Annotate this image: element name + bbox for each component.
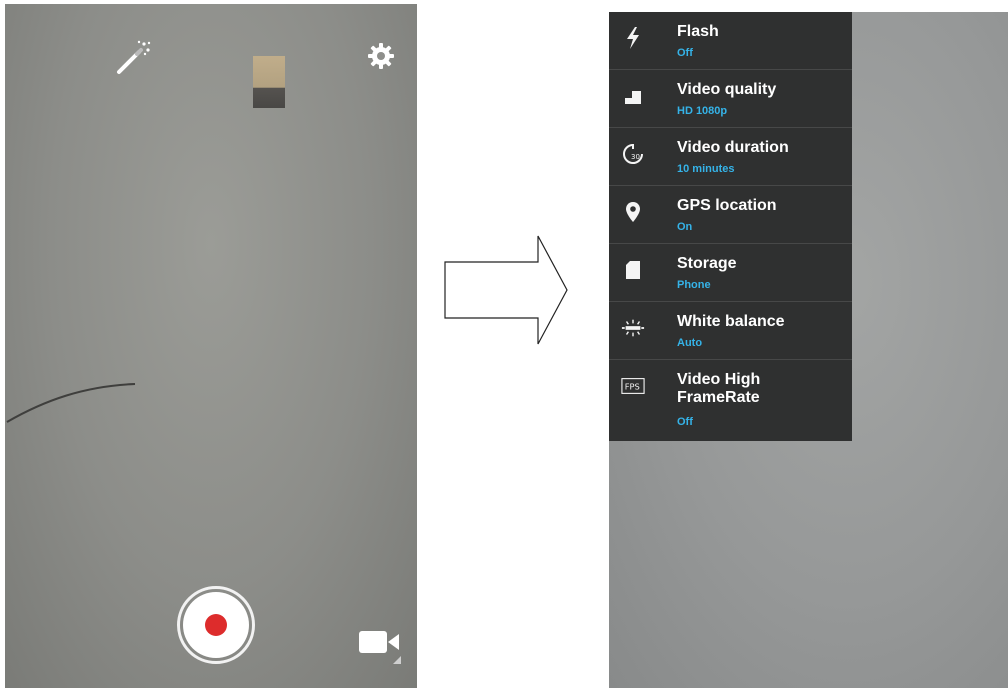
menu-item-gps-location[interactable]: GPS location On [609,186,852,244]
menu-item-video-quality[interactable]: Video quality HD 1080p [609,70,852,128]
white-balance-icon [621,316,645,340]
menu-item-title: Video quality [677,81,777,98]
menu-item-value: Phone [677,279,711,291]
fps-icon: FPS [621,374,645,398]
svg-text:FPS: FPS [625,382,640,392]
record-button-face [183,592,249,658]
tape-on-wall [253,56,285,108]
menu-item-title: Video duration [677,139,789,156]
sd-card-icon [621,258,645,282]
menu-item-title: Storage [677,255,737,272]
menu-item-storage[interactable]: Storage Phone [609,244,852,302]
flash-icon [621,26,645,50]
wall-scratch [6,383,136,423]
menu-item-title: Video High FrameRate [677,371,761,406]
menu-item-title: White balance [677,313,785,330]
location-pin-icon [621,200,645,224]
menu-item-video-duration[interactable]: 30 Video duration 10 minutes [609,128,852,186]
menu-item-title: GPS location [677,197,777,214]
menu-item-value: Off [677,416,693,428]
menu-item-value: HD 1080p [677,105,728,117]
menu-item-flash[interactable]: Flash Off [609,12,852,70]
menu-item-value: Off [677,47,693,59]
gear-icon[interactable] [365,40,397,72]
timer-icon: 30 [621,142,645,166]
transition-arrow [444,235,568,345]
record-button[interactable] [177,586,255,664]
menu-item-value: On [677,221,693,233]
menu-item-video-high-framerate[interactable]: FPS Video High FrameRate Off [609,360,852,438]
video-camera-icon[interactable] [357,628,403,668]
video-quality-icon [621,84,645,108]
settings-menu: Flash Off Video quality HD 1080p 30 Vide… [609,12,852,441]
menu-item-value: 10 minutes [677,163,735,175]
magic-wand-icon[interactable] [113,38,153,78]
menu-item-white-balance[interactable]: White balance Auto [609,302,852,360]
camera-viewfinder-left[interactable] [5,4,417,688]
menu-item-value: Auto [677,337,703,349]
record-dot [205,614,227,636]
svg-text:30: 30 [631,153,640,161]
menu-item-title: Flash [677,23,719,40]
